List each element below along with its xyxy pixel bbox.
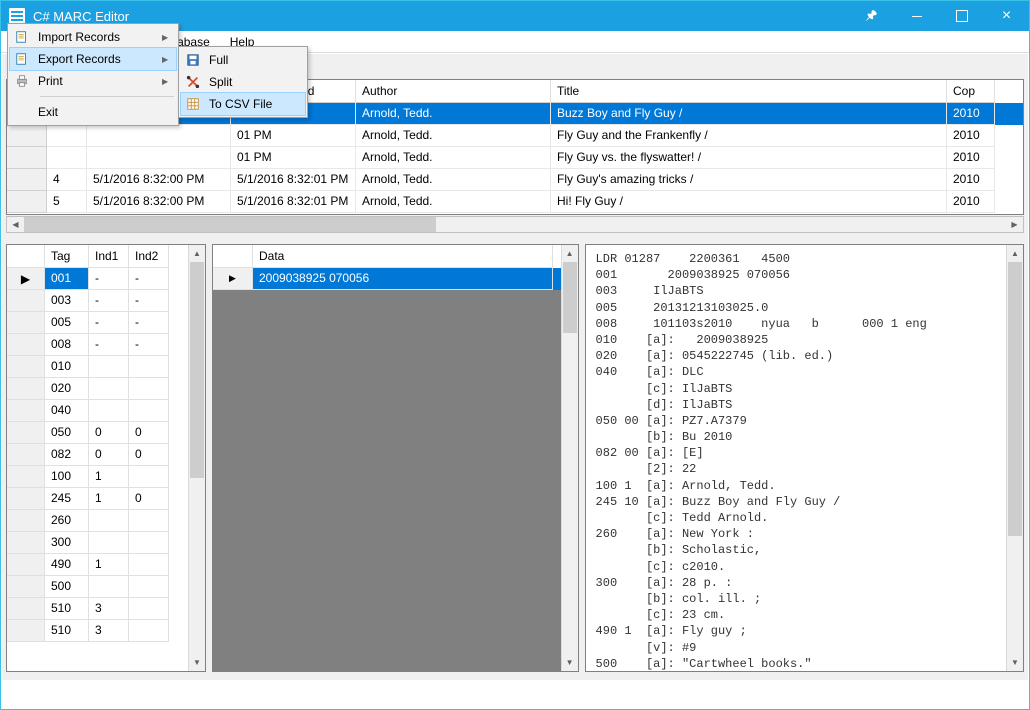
maximize-button[interactable] [939, 1, 984, 31]
field-row[interactable]: 005-- [7, 312, 188, 334]
field-row[interactable]: ▶001-- [7, 268, 188, 290]
csv-icon [181, 97, 205, 111]
pin-button[interactable] [849, 1, 894, 31]
minimize-button[interactable] [894, 1, 939, 31]
field-row[interactable]: 24510 [7, 488, 188, 510]
table-row[interactable]: 55/1/2016 8:32:00 PM5/1/2016 8:32:01 PMA… [7, 191, 1023, 213]
menu-import-records[interactable]: Import Records ▶ [10, 26, 176, 48]
window-title: C# MARC Editor [33, 9, 849, 24]
col-tag[interactable]: Tag [45, 245, 89, 268]
field-row[interactable]: 008-- [7, 334, 188, 356]
col-ind2[interactable]: Ind2 [129, 245, 169, 268]
col-cop[interactable]: Cop [947, 80, 995, 103]
data-panel: Data 2009038925 070056 ▲ ▼ [212, 244, 579, 672]
field-row[interactable]: 300 [7, 532, 188, 554]
scroll-down-icon[interactable]: ▼ [189, 654, 205, 671]
raw-vscroll[interactable]: ▲ ▼ [1006, 245, 1023, 671]
chevron-right-icon: ▶ [162, 55, 176, 64]
field-row[interactable]: 003-- [7, 290, 188, 312]
col-author[interactable]: Author [356, 80, 551, 103]
data-row[interactable]: 2009038925 070056 [213, 268, 561, 290]
menu-export-split[interactable]: Split [181, 71, 305, 93]
field-row[interactable]: 260 [7, 510, 188, 532]
col-data[interactable]: Data [253, 245, 553, 268]
menu-print[interactable]: Print ▶ [10, 70, 176, 92]
table-row[interactable]: 01 PMArnold, Tedd.Fly Guy and the Franke… [7, 125, 1023, 147]
save-icon [181, 53, 205, 67]
export-icon [10, 52, 34, 66]
field-row[interactable]: 08200 [7, 444, 188, 466]
scroll-right-icon[interactable]: ▶ [1006, 217, 1023, 232]
col-ind1[interactable]: Ind1 [89, 245, 129, 268]
app-icon [9, 8, 25, 24]
content-area: Date Changed Author Title Cop 01 PMArnol… [2, 54, 1028, 708]
table-row[interactable]: 45/1/2016 8:32:00 PM5/1/2016 8:32:01 PMA… [7, 169, 1023, 191]
status-bar [2, 680, 1028, 708]
field-row[interactable]: 020 [7, 378, 188, 400]
close-button[interactable]: × [984, 1, 1029, 31]
field-row[interactable]: 010 [7, 356, 188, 378]
export-submenu: Full Split To CSV File [178, 46, 308, 118]
field-row[interactable]: 1001 [7, 466, 188, 488]
scroll-thumb[interactable] [24, 217, 436, 232]
records-hscroll[interactable]: ◀ ▶ [6, 216, 1024, 233]
field-row[interactable]: 5103 [7, 598, 188, 620]
field-row[interactable]: 500 [7, 576, 188, 598]
import-icon [10, 30, 34, 44]
window: C# MARC Editor × File Edit Options Datab… [0, 0, 1030, 710]
file-menu: Import Records ▶ Export Records ▶ Print … [7, 23, 179, 126]
raw-text[interactable]: LDR 01287 2200361 4500 001 2009038925 07… [586, 245, 1006, 671]
menu-export-csv[interactable]: To CSV File [180, 92, 306, 116]
menu-exit[interactable]: Exit [10, 101, 176, 123]
raw-panel: LDR 01287 2200361 4500 001 2009038925 07… [585, 244, 1024, 672]
menu-export-records[interactable]: Export Records ▶ [9, 47, 177, 71]
chevron-right-icon: ▶ [162, 33, 176, 42]
menu-separator [40, 96, 174, 97]
fields-vscroll[interactable]: ▲ ▼ [188, 245, 205, 671]
field-row[interactable]: 5103 [7, 620, 188, 642]
table-row[interactable]: 01 PMArnold, Tedd.Fly Guy vs. the flyswa… [7, 147, 1023, 169]
chevron-right-icon: ▶ [162, 77, 176, 86]
field-row[interactable]: 05000 [7, 422, 188, 444]
print-icon [10, 74, 34, 88]
menu-export-full[interactable]: Full [181, 49, 305, 71]
fields-panel: Tag Ind1 Ind2 ▶001--003--005--008--01002… [6, 244, 206, 672]
scroll-up-icon[interactable]: ▲ [189, 245, 205, 262]
field-row[interactable]: 040 [7, 400, 188, 422]
scroll-left-icon[interactable]: ◀ [7, 217, 24, 232]
data-vscroll[interactable]: ▲ ▼ [561, 245, 578, 671]
split-icon [181, 75, 205, 89]
field-row[interactable]: 4901 [7, 554, 188, 576]
col-title[interactable]: Title [551, 80, 947, 103]
